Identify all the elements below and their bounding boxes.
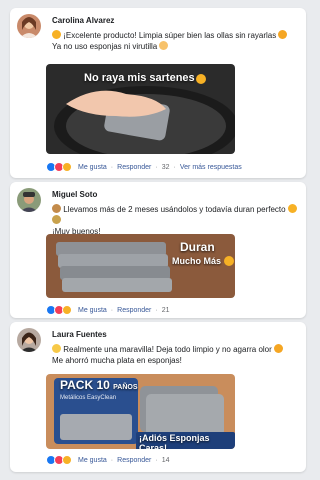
like-button[interactable]: Me gusta [78, 307, 107, 314]
reaction-count: 14 [161, 456, 170, 464]
comment-actions: Me gusta · Responder · 14 [46, 455, 170, 465]
reaction-count: 32 [161, 163, 170, 171]
pack-banner: ¡Adiós Esponjas Caras! [136, 432, 235, 449]
heart-eyes-emoji [278, 30, 288, 39]
comment-actions: Me gusta · Responder · 32 · Ver más resp… [46, 162, 242, 172]
image-caption-line-2: Mucho Más [172, 256, 222, 266]
separator: · [110, 456, 114, 464]
money-bag-emoji [52, 215, 61, 224]
pointing-hand-emoji [196, 74, 206, 84]
separator: · [173, 163, 176, 171]
reaction-icons[interactable] [46, 162, 72, 172]
thumbs-up-emoji [52, 30, 61, 39]
avatar[interactable] [17, 328, 41, 352]
heart-eyes-emoji [274, 344, 284, 353]
separator: · [155, 306, 158, 314]
comment-author[interactable]: Laura Fuentes [52, 330, 107, 339]
like-button[interactable]: Me gusta [78, 457, 107, 464]
pack-subtitle: Metálicos EasyClean [60, 395, 117, 401]
reaction-icons[interactable] [46, 305, 72, 315]
separator: · [155, 163, 158, 171]
avatar[interactable] [17, 188, 41, 212]
reaction-icons[interactable] [46, 455, 72, 465]
more-replies-link[interactable]: Ver más respuestas [180, 164, 242, 171]
flexed-biceps-emoji [287, 204, 297, 213]
comment-author[interactable]: Carolina Alvarez [52, 16, 114, 25]
comment-author[interactable]: Miguel Soto [52, 190, 97, 199]
comment-image[interactable]: No raya mis sartenes [46, 64, 235, 154]
flexed-biceps-emoji [224, 256, 234, 266]
comment-card-2: Miguel Soto Llevamos más de 2 meses usán… [10, 182, 306, 318]
separator: · [155, 456, 158, 464]
reply-button[interactable]: Responder [117, 164, 151, 171]
separator: · [110, 306, 114, 314]
comment-text: Realmente una maravilla! Deja todo limpi… [52, 344, 302, 366]
reply-button[interactable]: Responder [117, 307, 151, 314]
hourglass-emoji [52, 204, 61, 213]
comment-card-1: Carolina Alvarez ¡Excelente producto! Li… [10, 8, 306, 178]
comment-text: Llevamos más de 2 meses usándolos y toda… [52, 204, 302, 237]
pack-title: PACK 10 PAÑOS [60, 378, 138, 392]
haha-icon [62, 162, 72, 172]
reply-button[interactable]: Responder [117, 457, 151, 464]
sparkles-emoji [52, 344, 61, 353]
image-caption-line-1: Duran [180, 240, 215, 254]
separator: · [110, 163, 114, 171]
image-caption: No raya mis sartenes [84, 72, 195, 84]
like-button[interactable]: Me gusta [78, 164, 107, 171]
comment-image[interactable]: Duran Mucho Más [46, 234, 235, 298]
ok-hand-emoji [159, 41, 169, 50]
avatar[interactable] [17, 14, 41, 38]
comment-actions: Me gusta · Responder · 21 [46, 305, 170, 315]
haha-icon [62, 455, 72, 465]
comment-card-3: Laura Fuentes Realmente una maravilla! D… [10, 322, 306, 472]
comment-image[interactable]: PACK 10 PAÑOS Metálicos EasyClean ¡Adiós… [46, 374, 235, 449]
haha-icon [62, 305, 72, 315]
comment-text: ¡Excelente producto! Limpia súper bien l… [52, 30, 302, 52]
reaction-count: 21 [161, 306, 170, 314]
